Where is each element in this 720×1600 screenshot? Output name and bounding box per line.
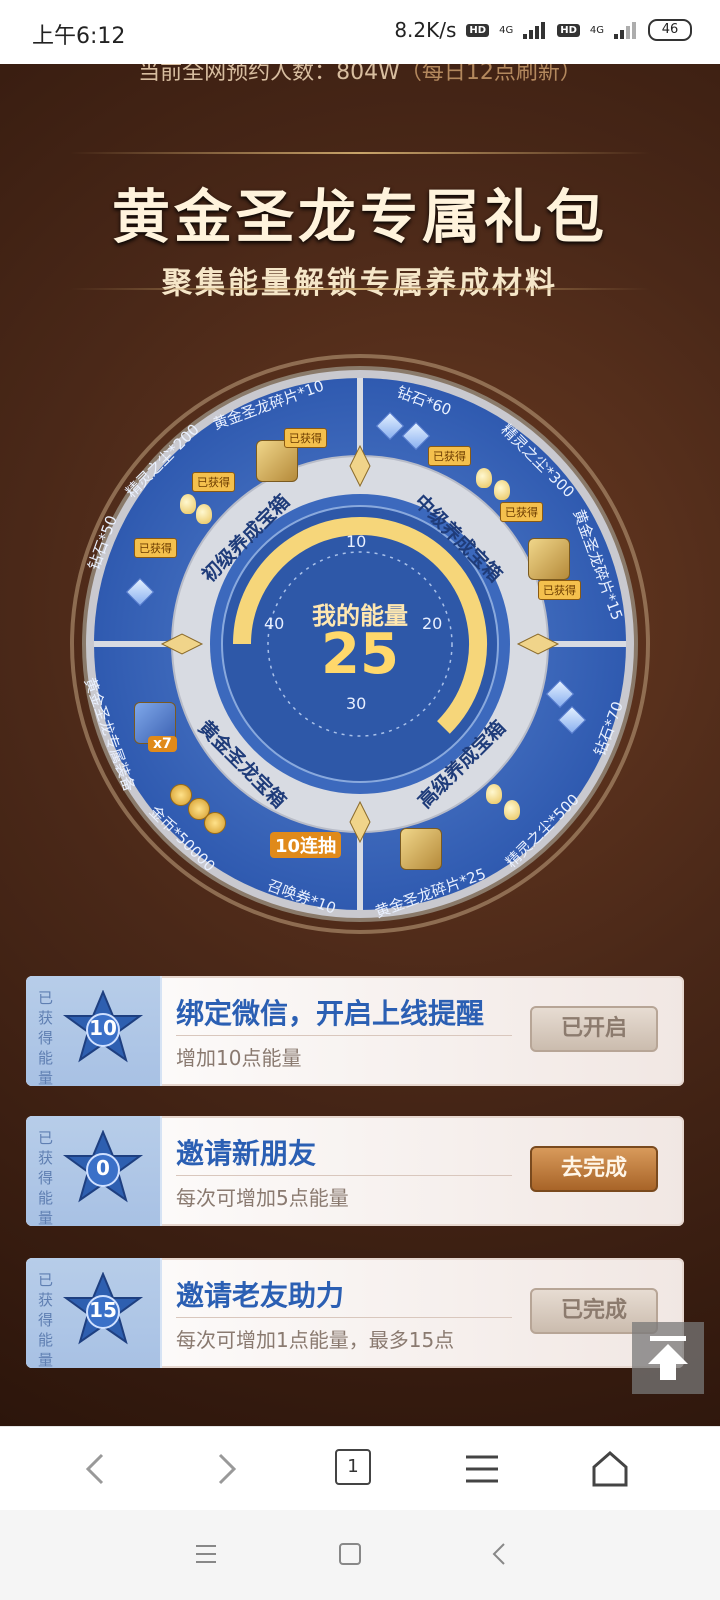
task-card: 已获得能量 10 绑定微信，开启上线提醒增加10点能量 已开启 [26,976,684,1087]
task-side-label: 已获得能量 [38,989,54,1087]
task-title: 绑定微信，开启上线提醒 [176,997,485,1030]
task-energy-value: 0 [96,1156,110,1180]
divider-top [70,152,650,154]
status-right: 8.2K/s HD 4G HD 4G 46 [394,18,692,42]
obtained-badge: 已获得 [192,472,235,492]
signal-label: 4G [499,24,514,36]
task-title: 邀请老友助力 [176,1279,345,1312]
refresh-note: （每日12点刷新） [399,64,582,85]
task-divider [176,1035,512,1036]
battery-icon: 46 [648,19,692,41]
task-action-button[interactable]: 已开启 [530,1006,658,1052]
banner-title-block: 黄金圣龙专属礼包 聚集能量解锁专属养成材料 [60,148,660,348]
equip-multiplier: x7 [148,736,177,752]
signal-icon-2 [614,21,638,39]
dust-flask-icon [180,494,196,514]
task-description: 每次可增加5点能量 [176,1186,349,1210]
task-energy-panel: 已获得能量 15 [26,1258,162,1369]
tick-10: 10 [346,532,367,551]
divider-bottom [70,288,650,290]
hd-icon-2: HD [557,23,580,37]
task-description: 每次可增加1点能量，最多15点 [176,1328,455,1352]
dust-flask-icon [504,800,520,820]
task-title: 邀请新朋友 [176,1137,317,1170]
dust-flask-icon [196,504,212,524]
obtained-badge: 已获得 [538,580,581,600]
task-card: 已获得能量 0 邀请新朋友每次可增加5点能量 去完成 [26,1116,684,1227]
ten-draw-label: 10连抽 [270,832,342,858]
task-description: 增加10点能量 [176,1046,302,1070]
task-energy-panel: 已获得能量 10 [26,976,162,1087]
obtained-badge: 已获得 [284,428,327,448]
status-time: 上午6:12 [32,24,126,49]
page-content[interactable]: 当前全网预约人数：804W（每日12点刷新） 黄金圣龙专属礼包 聚集能量解锁专属… [0,64,720,1426]
task-side-label: 已获得能量 [38,1271,54,1369]
home-square-icon[interactable] [330,1534,370,1574]
task-action-button[interactable]: 去完成 [530,1146,658,1192]
task-card: 已获得能量 15 邀请老友助力 每次可增加1点能量，最多15点 已完成 [26,1258,684,1369]
obtained-badge: 已获得 [134,538,177,558]
back-to-top-button[interactable] [632,1322,704,1394]
tabs-icon[interactable]: 1 [335,1449,371,1485]
network-speed: 8.2K/s [394,18,457,42]
forward-icon[interactable] [206,1449,246,1489]
dust-flask-icon [486,784,502,804]
dragon-shard-icon [528,538,570,580]
back-icon[interactable] [76,1449,116,1489]
status-bar: 上午6:12 8.2K/s HD 4G HD 4G 46 [0,0,720,64]
back-chevron-icon[interactable] [480,1534,520,1574]
menu-icon[interactable] [462,1449,502,1489]
home-icon[interactable] [590,1449,630,1489]
energy-wheel: 我的能量 25 10 20 30 40 初级养成宝箱 中级养成宝箱 高级养成宝箱… [70,354,650,934]
reservation-count-line: 当前全网预约人数：804W（每日12点刷新） [0,64,720,86]
arrow-up-icon [648,1336,688,1380]
energy-value: 25 [321,622,399,687]
obtained-badge: 已获得 [500,502,543,522]
coin-icon [204,812,226,834]
signal-icon [523,21,547,39]
system-nav-bar [0,1510,720,1600]
task-divider [176,1175,512,1176]
task-divider [176,1317,512,1318]
recents-icon[interactable] [186,1534,226,1574]
dust-flask-icon [476,468,492,488]
dragon-shard-icon [400,828,442,870]
task-energy-panel: 已获得能量 0 [26,1116,162,1227]
reservation-prefix: 当前全网预约人数： [138,64,337,85]
reservation-count: 804W [336,64,400,85]
page-title: 黄金圣龙专属礼包 [111,183,608,251]
tick-20: 20 [422,614,443,633]
signal-label-2: 4G [589,24,604,36]
obtained-badge: 已获得 [428,446,471,466]
tick-30: 30 [346,694,367,713]
task-side-label: 已获得能量 [38,1129,54,1227]
task-energy-value: 15 [89,1298,117,1322]
tick-40: 40 [264,614,285,633]
task-energy-value: 10 [89,1016,117,1040]
dust-flask-icon [494,480,510,500]
hd-icon: HD [466,23,490,37]
page-subtitle: 聚集能量解锁专属养成材料 [162,266,558,301]
browser-nav-bar: 1 [0,1426,720,1511]
